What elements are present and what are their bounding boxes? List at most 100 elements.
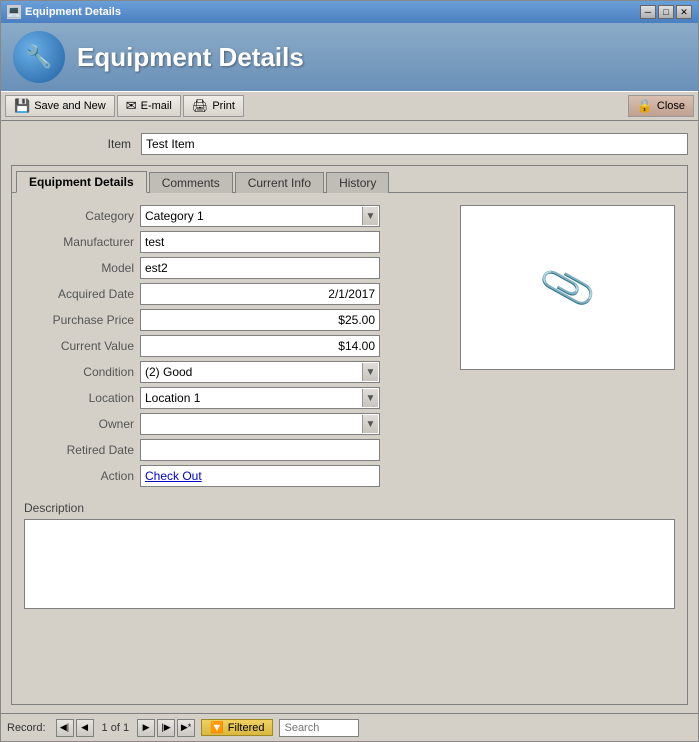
tab-comments-label: Comments xyxy=(162,176,220,190)
manufacturer-label: Manufacturer xyxy=(24,235,134,249)
close-button[interactable]: 🔒 Close xyxy=(628,95,694,117)
tab-current-info[interactable]: Current Info xyxy=(235,172,324,193)
title-bar-left: 💻 Equipment Details xyxy=(7,5,121,19)
window-close-button[interactable]: ✕ xyxy=(676,5,692,19)
owner-label: Owner xyxy=(24,417,134,431)
condition-select[interactable]: (1) Excellent (2) Good (3) Fair (4) Poor xyxy=(140,361,380,383)
prev-record-button[interactable]: ◀ xyxy=(76,719,94,737)
owner-select[interactable] xyxy=(140,413,380,435)
location-label: Location xyxy=(24,391,134,405)
header-title: Equipment Details xyxy=(77,42,304,73)
tab-equipment-details[interactable]: Equipment Details xyxy=(16,171,147,193)
acquired-date-input[interactable] xyxy=(140,283,380,305)
save-icon: 💾 xyxy=(14,98,30,114)
logo-icon: 🔧 xyxy=(25,44,52,70)
record-nav: ◀| ◀ 1 of 1 ▶ |▶ ▶* xyxy=(56,719,196,737)
paperclip-icon: 📎 xyxy=(536,257,599,318)
location-select[interactable]: Location 1 Location 2 Location 3 xyxy=(140,387,380,409)
owner-select-wrapper: ▼ xyxy=(140,413,380,435)
email-label: E-mail xyxy=(141,100,172,112)
description-section: Description xyxy=(24,495,675,618)
save-and-new-button[interactable]: 💾 Save and New xyxy=(5,95,115,117)
tab-history-label: History xyxy=(339,176,376,190)
close-icon: 🔒 xyxy=(637,98,653,114)
minimize-button[interactable]: ─ xyxy=(640,5,656,19)
tab-current-info-label: Current Info xyxy=(248,176,311,190)
retired-date-label: Retired Date xyxy=(24,443,134,457)
location-select-wrapper: Location 1 Location 2 Location 3 ▼ xyxy=(140,387,380,409)
manufacturer-input[interactable] xyxy=(140,231,380,253)
tab-control: Equipment Details Comments Current Info … xyxy=(11,165,688,705)
action-row: Action Check Out xyxy=(24,465,440,487)
check-out-link[interactable]: Check Out xyxy=(145,469,202,483)
purchase-price-input[interactable] xyxy=(140,309,380,331)
current-value-input[interactable] xyxy=(140,335,380,357)
acquired-date-row: Acquired Date xyxy=(24,283,440,305)
description-label: Description xyxy=(24,501,675,515)
record-count: 1 of 1 xyxy=(96,722,136,734)
email-icon: ✉ xyxy=(126,98,137,114)
description-textarea[interactable] xyxy=(24,519,675,609)
maximize-button[interactable]: □ xyxy=(658,5,674,19)
record-label: Record: xyxy=(7,722,46,734)
tab-comments[interactable]: Comments xyxy=(149,172,233,193)
email-button[interactable]: ✉ E-mail xyxy=(117,95,181,117)
toolbar: 💾 Save and New ✉ E-mail 🖨 Print 🔒 Close xyxy=(1,91,698,121)
condition-label: Condition xyxy=(24,365,134,379)
form-grid: Category Category 1 Category 2 Category … xyxy=(24,205,675,487)
purchase-price-row: Purchase Price xyxy=(24,309,440,331)
window-icon: 💻 xyxy=(7,5,21,19)
current-value-row: Current Value xyxy=(24,335,440,357)
category-row: Category Category 1 Category 2 Category … xyxy=(24,205,440,227)
filter-icon: 🔽 xyxy=(210,721,224,734)
acquired-date-label: Acquired Date xyxy=(24,287,134,301)
tab-equipment-details-label: Equipment Details xyxy=(29,175,134,189)
photo-box: 📎 xyxy=(460,205,675,370)
header-logo: 🔧 xyxy=(13,31,65,83)
owner-row: Owner ▼ xyxy=(24,413,440,435)
print-button[interactable]: 🖨 Print xyxy=(183,95,244,117)
tab-body-equipment-details: Category Category 1 Category 2 Category … xyxy=(12,192,687,704)
new-record-button[interactable]: ▶* xyxy=(177,719,195,737)
close-label: Close xyxy=(657,100,685,112)
item-label: Item xyxy=(11,137,131,151)
total-records: 1 xyxy=(123,722,129,734)
window-title: Equipment Details xyxy=(25,6,121,18)
retired-date-input[interactable] xyxy=(140,439,380,461)
form-fields: Category Category 1 Category 2 Category … xyxy=(24,205,440,487)
print-icon: 🖨 xyxy=(192,98,209,114)
filter-badge[interactable]: 🔽 Filtered xyxy=(201,719,273,736)
condition-select-wrapper: (1) Excellent (2) Good (3) Fair (4) Poor… xyxy=(140,361,380,383)
model-input[interactable] xyxy=(140,257,380,279)
category-label: Category xyxy=(24,209,134,223)
title-bar-controls: ─ □ ✕ xyxy=(640,5,692,19)
current-value-label: Current Value xyxy=(24,339,134,353)
next-record-button[interactable]: ▶ xyxy=(137,719,155,737)
current-record: 1 xyxy=(102,722,108,734)
first-record-button[interactable]: ◀| xyxy=(56,719,74,737)
of-label: of xyxy=(111,722,120,734)
title-bar: 💻 Equipment Details ─ □ ✕ xyxy=(1,1,698,23)
action-field: Check Out xyxy=(140,465,380,487)
search-input[interactable] xyxy=(279,719,359,737)
action-label: Action xyxy=(24,469,134,483)
retired-date-row: Retired Date xyxy=(24,439,440,461)
purchase-price-label: Purchase Price xyxy=(24,313,134,327)
category-select[interactable]: Category 1 Category 2 Category 3 xyxy=(140,205,380,227)
main-content: Item Equipment Details Comments Current … xyxy=(1,121,698,713)
item-input[interactable] xyxy=(141,133,688,155)
tab-header: Equipment Details Comments Current Info … xyxy=(12,166,687,192)
filtered-label: Filtered xyxy=(228,722,265,734)
category-select-wrapper: Category 1 Category 2 Category 3 ▼ xyxy=(140,205,380,227)
location-row: Location Location 1 Location 2 Location … xyxy=(24,387,440,409)
print-label: Print xyxy=(212,100,235,112)
save-new-label: Save and New xyxy=(34,100,106,112)
last-record-button[interactable]: |▶ xyxy=(157,719,175,737)
manufacturer-row: Manufacturer xyxy=(24,231,440,253)
tab-history[interactable]: History xyxy=(326,172,389,193)
main-window: 💻 Equipment Details ─ □ ✕ 🔧 Equipment De… xyxy=(0,0,699,742)
header-bar: 🔧 Equipment Details xyxy=(1,23,698,91)
item-row: Item xyxy=(11,129,688,159)
model-row: Model xyxy=(24,257,440,279)
model-label: Model xyxy=(24,261,134,275)
